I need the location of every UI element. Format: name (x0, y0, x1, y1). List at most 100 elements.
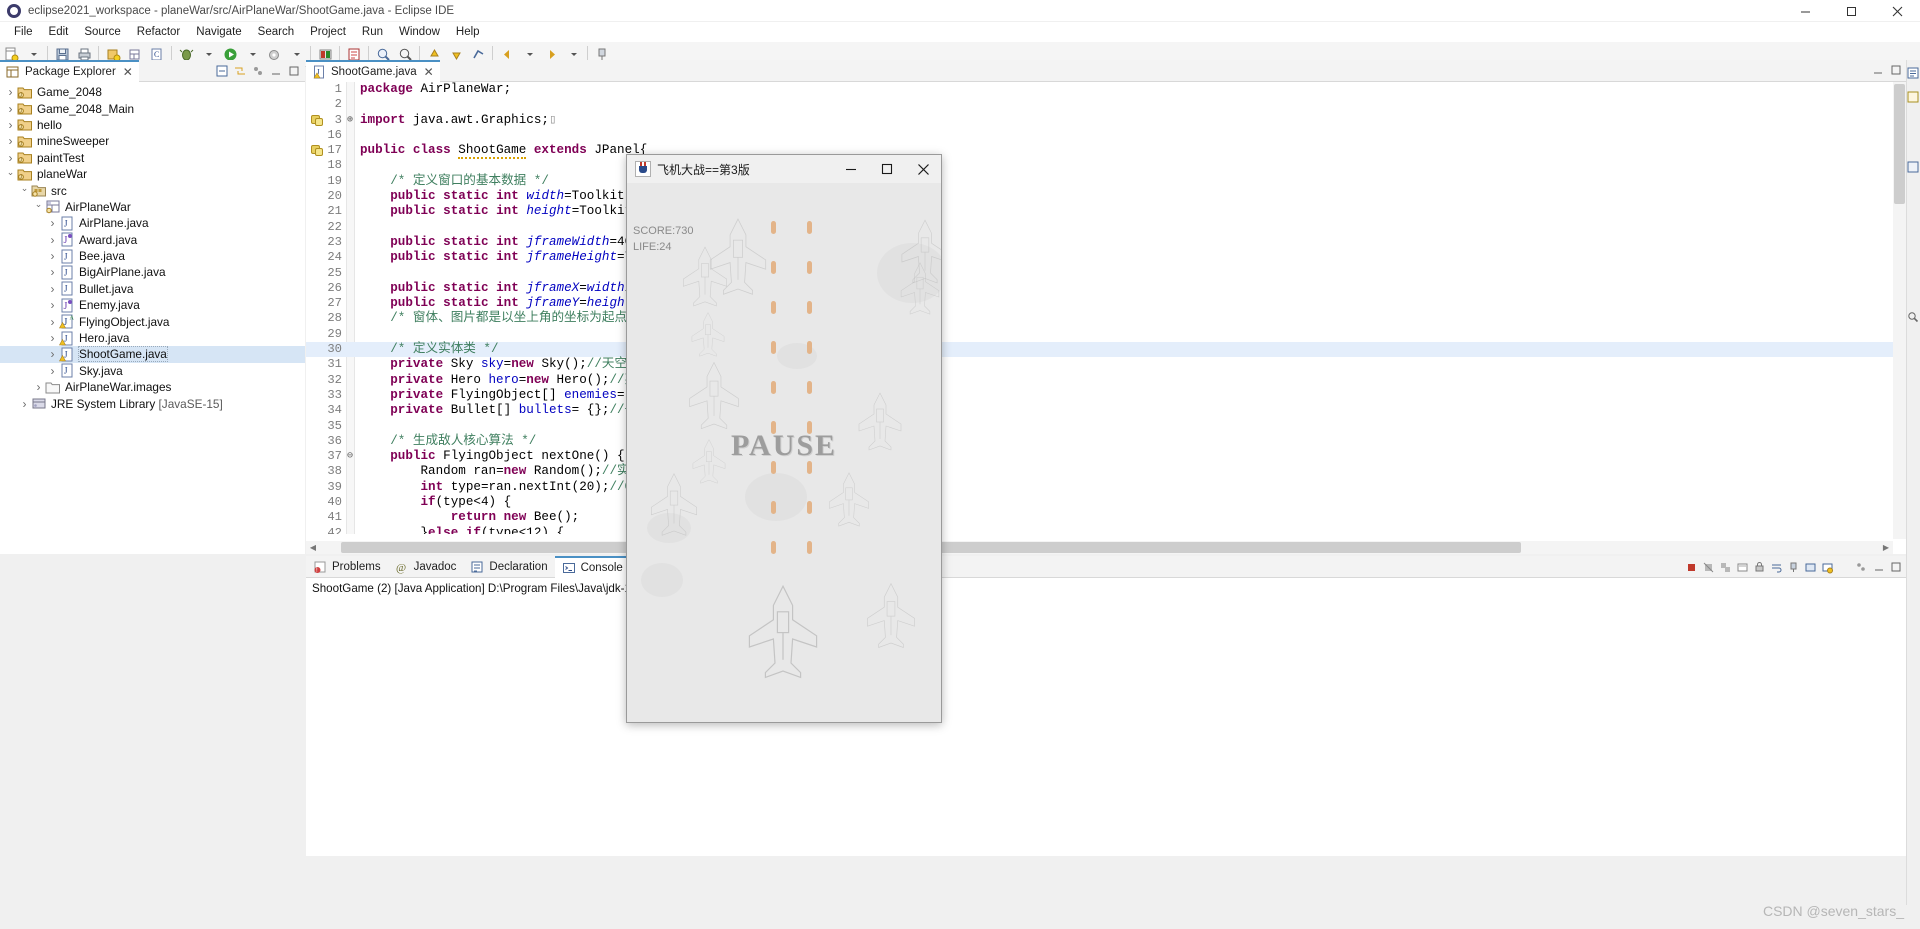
editor-vertical-scrollbar[interactable] (1893, 82, 1906, 539)
chevron-right-icon[interactable] (4, 102, 17, 116)
code-line[interactable]: 3 ⊕ import java.awt.Graphics;▯ (306, 113, 1906, 128)
menu-window[interactable]: Window (391, 24, 448, 40)
code-line[interactable]: 38 Random ran=new Random();//实例化 (306, 464, 1906, 479)
code-line[interactable]: 35 (306, 419, 1906, 434)
game-canvas[interactable]: SCORE:730 LIFE:24 PAUSE (627, 183, 941, 722)
scrollbar-thumb[interactable] (1894, 84, 1905, 204)
display-selected-console-icon[interactable] (1802, 558, 1819, 576)
remove-launch-icon[interactable] (1700, 558, 1717, 576)
tree-item-game-2048-main[interactable]: J Game_2048_Main (0, 100, 305, 116)
tree-item-airplane-java[interactable]: J AirPlane.java (0, 215, 305, 231)
tab-problems[interactable]: ! Problems (306, 556, 388, 578)
tree-item-bigairplane-java[interactable]: J BigAirPlane.java (0, 264, 305, 280)
menu-search[interactable]: Search (250, 24, 302, 40)
tree-item-hello[interactable]: Jhello (0, 117, 305, 133)
tree-item-painttest[interactable]: JpaintTest (0, 150, 305, 166)
menu-run[interactable]: Run (354, 24, 391, 40)
chevron-down-icon[interactable] (18, 185, 31, 196)
chevron-right-icon[interactable] (46, 331, 59, 345)
chevron-right-icon[interactable] (46, 364, 59, 378)
tree-item-airplanewar-images[interactable]: AirPlaneWar.images (0, 379, 305, 395)
tree-item-enemy-java[interactable]: J Enemy.java (0, 297, 305, 313)
chevron-right-icon[interactable] (46, 298, 59, 312)
minimize-button[interactable] (1782, 0, 1828, 22)
pin-console-icon[interactable] (1785, 558, 1802, 576)
tree-item-bee-java[interactable]: J Bee.java (0, 248, 305, 264)
fold-expand-icon[interactable]: ⊕ (344, 113, 356, 128)
chevron-right-icon[interactable] (46, 249, 59, 263)
code-line[interactable]: 34 private Bullet[] bullets= {};//子弹 (306, 403, 1906, 418)
code-line[interactable]: 28 /* 窗体、图片都是以坐上角的坐标为起点开始向右和向 (306, 311, 1906, 326)
game-minimize-button[interactable] (833, 155, 869, 183)
chevron-down-icon[interactable] (32, 201, 45, 212)
code-line[interactable]: 2 (306, 97, 1906, 112)
code-line[interactable]: 23 public static int jframeWidth=400; (306, 235, 1906, 250)
tree-item-src[interactable]: src (0, 182, 305, 198)
chevron-right-icon[interactable] (46, 315, 59, 329)
tree-item-minesweeper[interactable]: JmineSweeper (0, 133, 305, 149)
console-dropdown-icon[interactable] (1836, 558, 1853, 576)
code-line[interactable]: 32 private Hero hero=new Hero();//英雄 (306, 373, 1906, 388)
code-line[interactable]: 40 if(type<4) { (306, 495, 1906, 510)
chevron-right-icon[interactable] (4, 118, 17, 132)
chevron-right-icon[interactable] (18, 397, 31, 411)
menu-file[interactable]: File (6, 24, 41, 40)
close-icon[interactable]: ✕ (123, 65, 133, 79)
menu-edit[interactable]: Edit (41, 24, 77, 40)
tree-item-airplanewar[interactable]: AirPlaneWar (0, 199, 305, 215)
chevron-right-icon[interactable] (46, 265, 59, 279)
code-line[interactable]: 17 public class ShootGame extends JPanel{ (306, 143, 1906, 160)
tab-javadoc[interactable]: @ Javadoc (388, 556, 464, 578)
code-line[interactable]: 24 public static int jframeHeight=700 (306, 250, 1906, 265)
game-window[interactable]: 飞机大战==第3版 SCORE:730 LIFE:24 PAUSE (626, 154, 942, 723)
chevron-right-icon[interactable] (46, 347, 59, 361)
chevron-right-icon[interactable] (46, 233, 59, 247)
tree-item-jre-system-library[interactable]: JRE System Library [JavaSE-15] (0, 395, 305, 411)
outline-view-icon[interactable] (1907, 66, 1919, 79)
maximize-icon[interactable] (285, 62, 303, 80)
chevron-right-icon[interactable] (46, 282, 59, 296)
tree-item-flyingobject-java[interactable]: JA FlyingObject.java (0, 313, 305, 329)
minimize-icon[interactable] (267, 62, 285, 80)
link-with-editor-icon[interactable] (231, 62, 249, 80)
menu-navigate[interactable]: Navigate (188, 24, 249, 40)
project-tree[interactable]: JGame_2048JGame_2048_MainJhelloJmineSwee… (0, 82, 305, 412)
clear-console-icon[interactable] (1734, 558, 1751, 576)
scroll-right-arrow[interactable]: ▶ (1879, 541, 1893, 554)
menu-help[interactable]: Help (448, 24, 488, 40)
source-code-lines[interactable]: 1 package AirPlaneWar; 2 3 ⊕ import java.awt.… (306, 82, 1906, 534)
tab-declaration[interactable]: Declaration (463, 556, 554, 578)
view-menu-icon[interactable] (1853, 558, 1870, 576)
chevron-right-icon[interactable] (4, 85, 17, 99)
code-line[interactable]: 36 /* 生成敌人核心算法 */ (306, 434, 1906, 449)
menu-source[interactable]: Source (76, 24, 128, 40)
code-line[interactable]: 1 package AirPlaneWar; (306, 82, 1906, 97)
chevron-down-icon[interactable] (4, 169, 17, 180)
tree-item-bullet-java[interactable]: J Bullet.java (0, 281, 305, 297)
tab-shootgame-java[interactable]: J ShootGame.java ✕ (306, 59, 440, 82)
collapse-all-icon[interactable] (213, 62, 231, 80)
editor-horizontal-scrollbar[interactable]: ◀ ▶ (306, 541, 1893, 554)
minimize-icon[interactable] (1872, 63, 1884, 81)
chevron-right-icon[interactable] (46, 216, 59, 230)
chevron-right-icon[interactable] (32, 380, 45, 394)
code-line[interactable]: 19 /* 定义窗口的基本数据 */ (306, 174, 1906, 189)
code-line[interactable]: 31 private Sky sky=new Sky();//天空 (306, 357, 1906, 372)
tab-package-explorer[interactable]: Package Explorer ✕ (0, 59, 139, 82)
code-line[interactable]: 30 /* 定义实体类 */ (306, 342, 1906, 358)
minimize-icon[interactable] (1870, 558, 1887, 576)
code-line[interactable]: 33 private FlyingObject[] enemies= {} (306, 388, 1906, 403)
code-line[interactable]: 25 (306, 266, 1906, 281)
chevron-right-icon[interactable] (4, 151, 17, 165)
view-menu-icon[interactable] (249, 62, 267, 80)
code-line[interactable]: 29 (306, 327, 1906, 342)
close-button[interactable] (1874, 0, 1920, 22)
game-close-button[interactable] (905, 155, 941, 183)
code-line[interactable]: 39 int type=ran.nextInt(20);//0-2 (306, 480, 1906, 495)
fold-collapse-icon[interactable]: ⊖ (344, 449, 356, 464)
task-list-icon[interactable] (1907, 90, 1919, 103)
game-maximize-button[interactable] (869, 155, 905, 183)
tree-item-hero-java[interactable]: J Hero.java (0, 330, 305, 346)
maximize-icon[interactable] (1890, 63, 1902, 81)
code-text-area[interactable]: 1 package AirPlaneWar; 2 3 ⊕ import java.awt.… (306, 82, 1906, 534)
